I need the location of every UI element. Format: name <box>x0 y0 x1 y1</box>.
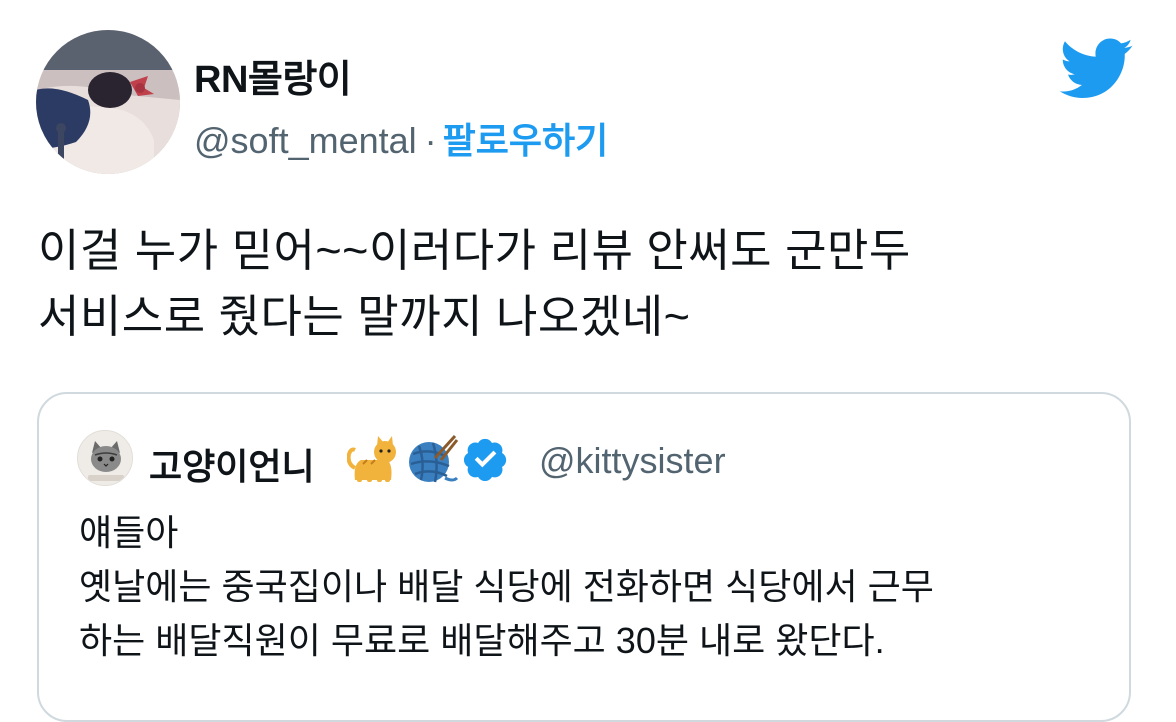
author-handle-line: @soft_mental · 팔로우하기 <box>194 112 608 164</box>
quoted-author-avatar[interactable] <box>77 430 133 486</box>
tweet-text: 이걸 누가 믿어~~이러다가 리뷰 안써도 군만두 서비스로 줬다는 말까지 나… <box>38 225 911 342</box>
quoted-tweet-text: 얘들아 옛날에는 중국집이나 배달 식당에 전화하면 식당에서 근무 하는 배달… <box>79 512 934 661</box>
author-avatar[interactable] <box>36 30 180 174</box>
cat-avatar-illustration <box>78 431 132 485</box>
quoted-author-handle[interactable]: @kittysister <box>539 440 726 482</box>
cat-emoji-icon <box>347 436 396 482</box>
author-handle[interactable]: @soft_mental <box>194 120 417 161</box>
tweet-embed: RN몰랑이 @soft_mental · 팔로우하기 이걸 누가 믿어~~이러다가 … <box>0 0 1176 722</box>
yarn-ball-emoji-icon <box>409 434 459 483</box>
twitter-bird-icon[interactable] <box>1060 38 1134 100</box>
avatar-illustration <box>36 30 180 174</box>
quoted-author-display-name[interactable]: 고양이언니 <box>149 438 315 490</box>
follow-button[interactable]: 팔로우하기 <box>443 120 609 161</box>
author-display-name[interactable]: RN몰랑이 <box>194 48 352 103</box>
quoted-tweet-card[interactable]: 고양이언니 @kittysister 얘들아 옛날에는 중국집이나 배달 식당에… <box>37 392 1131 722</box>
verified-badge-icon <box>463 438 507 482</box>
separator-dot: · <box>424 120 437 161</box>
